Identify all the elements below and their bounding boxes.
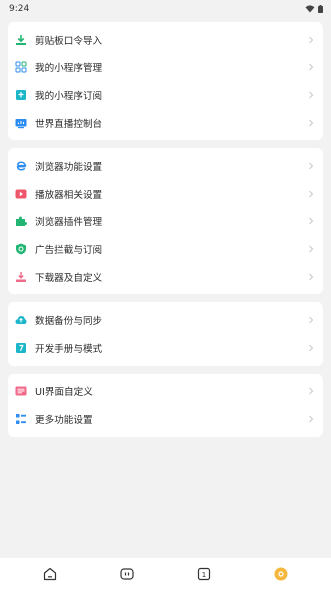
browser-settings-label: 浏览器功能设置 xyxy=(35,162,103,174)
cloud-sync-icon xyxy=(15,314,27,326)
nav-home-button[interactable] xyxy=(30,560,70,588)
nav-media-button[interactable] xyxy=(107,560,147,588)
more-settings-icon xyxy=(15,413,27,425)
chevron-right-icon xyxy=(309,273,314,280)
chevron-right-icon xyxy=(309,64,314,71)
ui-customize-item[interactable]: UI界面自定义 xyxy=(8,378,323,406)
player-settings-label: 播放器相关设置 xyxy=(35,189,103,201)
chevron-right-icon xyxy=(309,119,314,126)
nav-tabs-button[interactable]: 1 xyxy=(184,560,224,588)
downloader-custom-label: 下载器及自定义 xyxy=(35,272,103,284)
clipboard-import-icon xyxy=(15,34,27,46)
data-backup-sync-item[interactable]: 数据备份与同步 xyxy=(8,306,323,334)
my-miniapps-manage-label: 我的小程序管理 xyxy=(35,63,103,75)
clipboard-import-item[interactable]: 剪贴板口令导入 xyxy=(8,26,323,54)
status-time: 9:24 xyxy=(9,4,30,14)
settings-list: 剪贴板口令导入 我的小程序管理 我的小程序订阅 世界直播控制台 浏览器功能设置 … xyxy=(0,18,331,437)
dev-manual-mode-item[interactable]: 开发手册与模式 xyxy=(8,334,323,362)
bottom-nav: 1 xyxy=(0,558,331,590)
browser-settings-item[interactable]: 浏览器功能设置 xyxy=(8,152,323,180)
player-settings-item[interactable]: 播放器相关设置 xyxy=(8,180,323,208)
browser-plugins-item[interactable]: 浏览器插件管理 xyxy=(8,208,323,236)
tabs-icon: 1 xyxy=(197,567,210,581)
chevron-right-icon xyxy=(309,91,314,99)
clipboard-import-label: 剪贴板口令导入 xyxy=(35,35,103,47)
nav-settings-button[interactable] xyxy=(261,560,301,588)
world-live-console-label: 世界直播控制台 xyxy=(35,118,103,130)
chevron-right-icon xyxy=(309,344,314,352)
play-icon xyxy=(15,188,27,200)
settings-group-4: UI界面自定义 更多功能设置 xyxy=(8,373,323,437)
world-live-console-item[interactable]: 世界直播控制台 xyxy=(8,109,323,137)
chevron-right-icon xyxy=(309,245,314,253)
battery-icon xyxy=(318,5,323,13)
puzzle-icon xyxy=(15,215,27,227)
adblock-subscribe-item[interactable]: 广告拦截与订阅 xyxy=(8,235,323,263)
chevron-right-icon xyxy=(309,387,314,395)
chevron-right-icon xyxy=(309,162,314,170)
settings-group-3: 数据备份与同步 开发手册与模式 xyxy=(8,302,323,366)
chevron-right-icon xyxy=(309,36,314,44)
my-miniapps-subscribe-label: 我的小程序订阅 xyxy=(35,90,103,102)
settings-group-2: 浏览器功能设置 播放器相关设置 浏览器插件管理 广告拦截与订阅 下载器及自定义 xyxy=(8,148,323,295)
more-settings-item[interactable]: 更多功能设置 xyxy=(8,405,323,433)
settings-group-1: 剪贴板口令导入 我的小程序管理 我的小程序订阅 世界直播控制台 xyxy=(8,22,323,141)
more-settings-label: 更多功能设置 xyxy=(35,414,93,426)
home-icon xyxy=(44,567,57,581)
status-bar: 9:24 xyxy=(0,0,331,18)
chevron-right-icon xyxy=(309,190,314,198)
adblock-subscribe-label: 广告拦截与订阅 xyxy=(35,244,103,256)
dev-manual-mode-label: 开发手册与模式 xyxy=(35,343,103,355)
my-miniapps-manage-item[interactable]: 我的小程序管理 xyxy=(8,54,323,82)
ui-customize-label: UI界面自定义 xyxy=(35,387,93,399)
browser-e-icon xyxy=(15,160,27,172)
chevron-right-icon xyxy=(309,316,314,324)
download-icon xyxy=(15,271,27,283)
tabs-count: 1 xyxy=(202,571,206,579)
downloader-custom-item[interactable]: 下载器及自定义 xyxy=(8,263,323,291)
ui-theme-icon xyxy=(15,385,27,397)
media-icon xyxy=(120,568,134,580)
shield-icon xyxy=(15,243,27,255)
settings-active-icon xyxy=(274,567,288,581)
wifi-icon xyxy=(305,5,315,13)
subscribe-icon xyxy=(15,89,27,101)
my-miniapps-subscribe-item[interactable]: 我的小程序订阅 xyxy=(8,81,323,109)
apps-grid-icon xyxy=(15,61,27,73)
live-console-icon xyxy=(15,117,27,129)
chevron-right-icon xyxy=(309,415,314,423)
manual-icon xyxy=(15,342,27,354)
data-backup-sync-label: 数据备份与同步 xyxy=(35,316,103,328)
chevron-right-icon xyxy=(309,218,314,225)
browser-plugins-label: 浏览器插件管理 xyxy=(35,217,103,229)
